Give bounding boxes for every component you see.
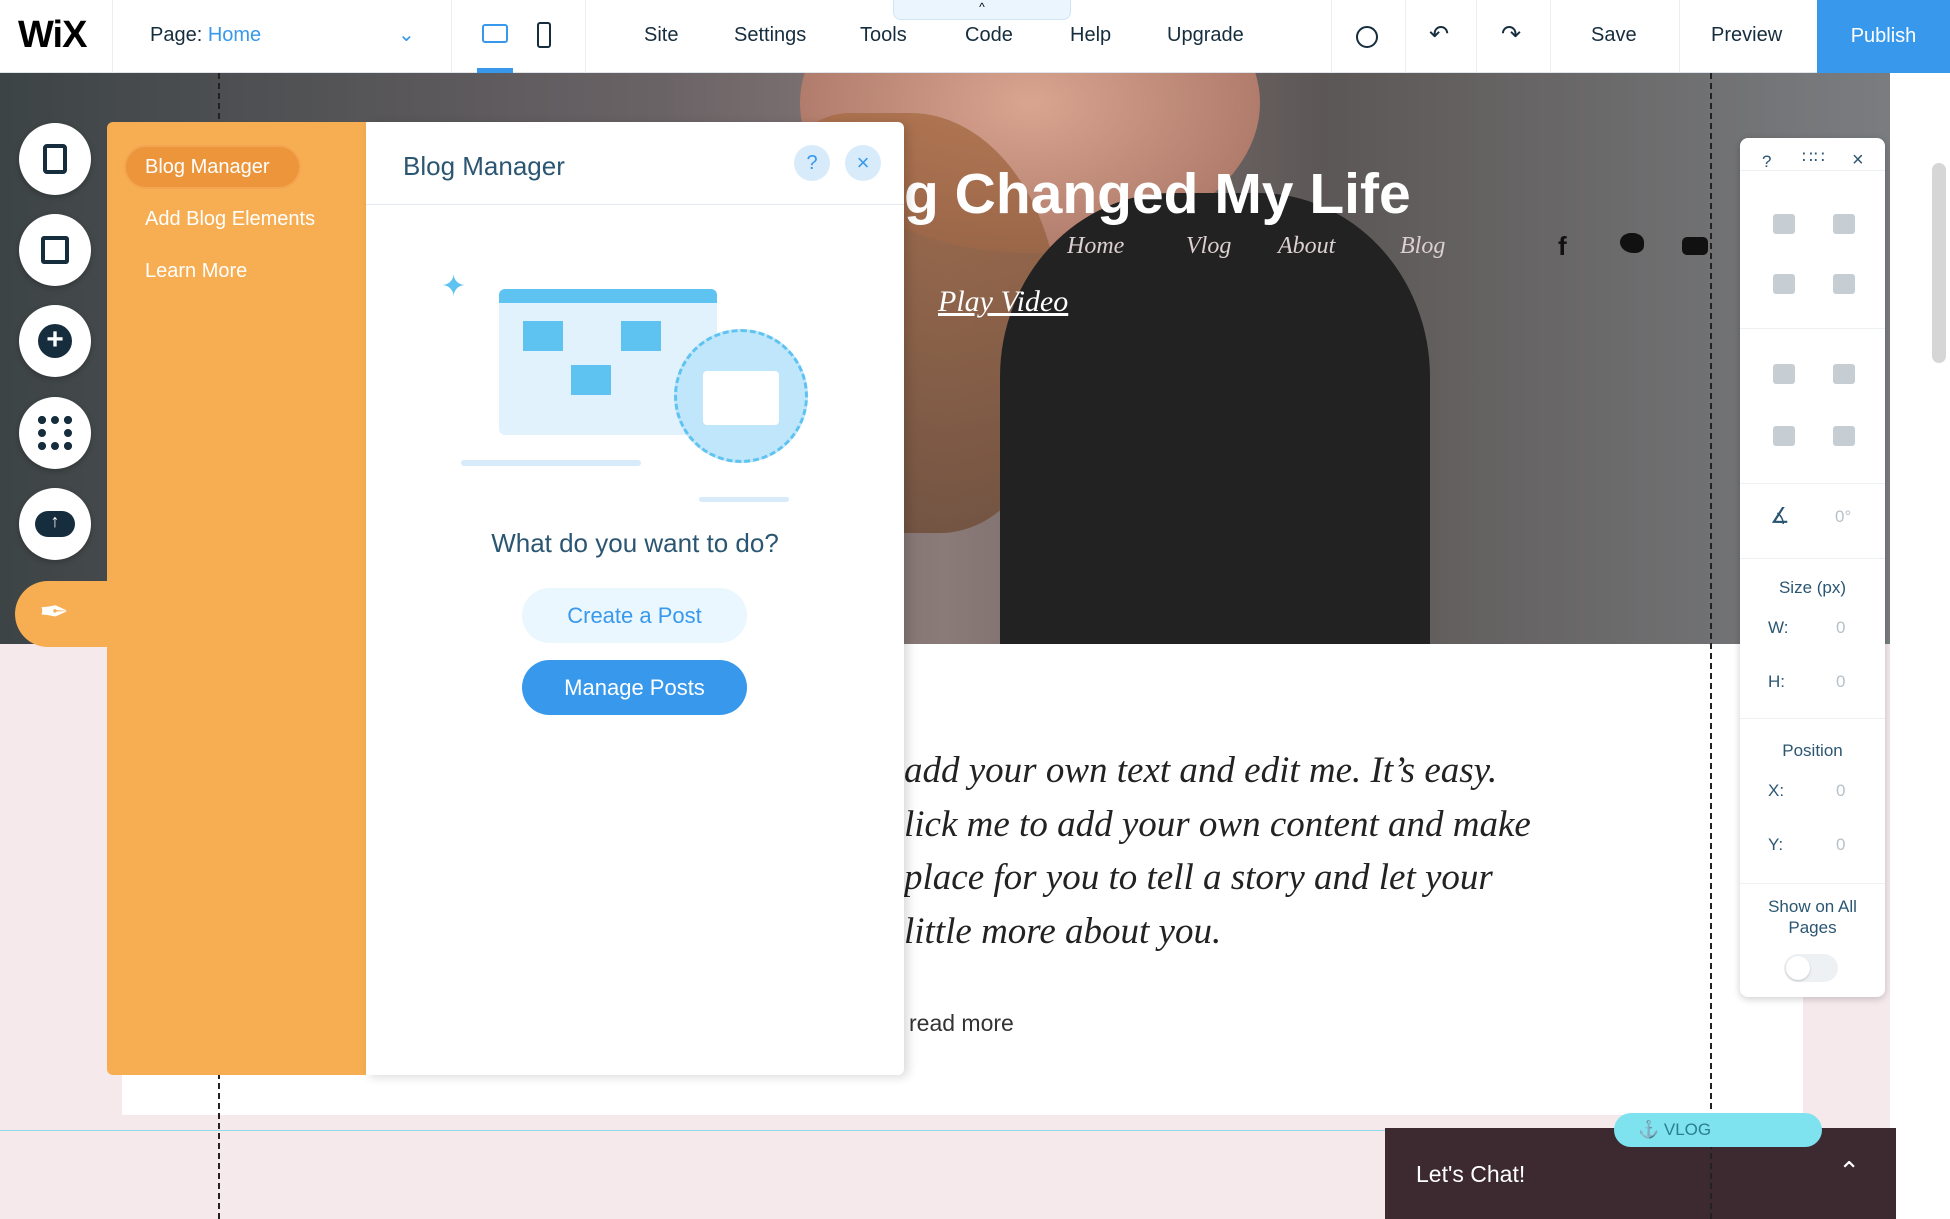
chat-label: Let's Chat!: [1416, 1161, 1526, 1187]
show-all-pages-toggle[interactable]: [1784, 954, 1838, 982]
blog-panel-nav: Blog Manager Add Blog Elements Learn Mor…: [107, 122, 366, 1075]
y-label: Y:: [1768, 835, 1784, 854]
page-value: Home: [207, 24, 262, 46]
rotation-value[interactable]: 0°: [1835, 507, 1851, 527]
help-icon[interactable]: ?: [1762, 152, 1771, 172]
create-post-button[interactable]: Create a Post: [522, 588, 747, 643]
drag-handle-icon[interactable]: ∷∷: [1802, 148, 1826, 168]
collapse-toolbar-button[interactable]: ^: [893, 0, 1071, 20]
scrollbar-track: [1890, 73, 1950, 1219]
preview-button[interactable]: Preview: [1711, 24, 1782, 47]
blog-illustration: ✦: [441, 249, 827, 504]
page-selector[interactable]: Page: Home ⌄: [150, 24, 420, 47]
pen-nib-icon: ✒: [39, 591, 70, 632]
add-button[interactable]: +: [19, 305, 91, 377]
width-input[interactable]: 0: [1836, 618, 1845, 638]
desktop-view-icon[interactable]: [482, 24, 508, 43]
menu-code[interactable]: Code: [965, 24, 1013, 47]
nav-blog-manager[interactable]: Blog Manager: [145, 156, 270, 179]
close-icon[interactable]: ×: [1852, 149, 1864, 172]
body-line: little more about you.: [904, 910, 1222, 952]
menu-settings[interactable]: Settings: [734, 24, 806, 47]
paste-icon[interactable]: [1833, 214, 1855, 234]
read-more-link[interactable]: read more: [909, 1010, 1014, 1037]
site-nav-vlog[interactable]: Vlog: [1186, 233, 1231, 260]
site-nav-about[interactable]: About: [1278, 233, 1335, 260]
close-button[interactable]: ×: [845, 145, 881, 181]
chevron-up-icon[interactable]: ⌃: [1838, 1156, 1860, 1187]
x-label: X:: [1768, 781, 1785, 800]
delete-icon[interactable]: [1833, 274, 1855, 294]
apps-icon: [38, 416, 72, 450]
show-all-pages-label: Show on All Pages: [1768, 897, 1857, 937]
match-size-icon[interactable]: [1833, 426, 1855, 446]
media-upload-button[interactable]: ↑: [19, 488, 91, 560]
mobile-view-icon[interactable]: [537, 22, 551, 48]
menu-upgrade[interactable]: Upgrade: [1167, 24, 1244, 47]
anchor-vlog-tag[interactable]: ⚓ VLOG: [1614, 1113, 1822, 1147]
background-icon: [41, 236, 69, 264]
plus-icon: +: [38, 324, 72, 358]
toggle-knob: [1786, 956, 1810, 980]
chevron-down-icon: ⌄: [398, 24, 415, 46]
y-input[interactable]: 0: [1836, 835, 1845, 855]
width-label: W:: [1768, 618, 1789, 637]
gridline-right: [1710, 73, 1712, 1219]
background-button[interactable]: [19, 214, 91, 286]
body-line: lick me to add your own content and make: [904, 803, 1531, 845]
body-text[interactable]: add your own text and edit me. It’s easy…: [904, 744, 1531, 958]
nav-add-blog-elements[interactable]: Add Blog Elements: [145, 208, 315, 231]
site-nav-blog[interactable]: Blog: [1400, 233, 1445, 260]
publish-button[interactable]: Publish: [1817, 0, 1950, 73]
arrange-icon[interactable]: [1773, 364, 1795, 384]
align-icon[interactable]: [1833, 364, 1855, 384]
help-button[interactable]: ?: [794, 145, 830, 181]
redo-icon[interactable]: ↷: [1501, 20, 1521, 49]
play-video-link[interactable]: Play Video: [938, 285, 1068, 319]
nav-learn-more[interactable]: Learn More: [145, 260, 247, 283]
body-line: add your own text and edit me. It’s easy…: [904, 750, 1498, 791]
distribute-icon[interactable]: [1773, 426, 1795, 446]
properties-panel: ? ∷∷ × ∡ 0° Size (px) W: 0 H: 0 Position…: [1740, 138, 1885, 997]
cloud-upload-icon: ↑: [35, 511, 75, 537]
height-label: H:: [1768, 672, 1785, 691]
question-text: What do you want to do?: [491, 528, 779, 558]
duplicate-icon[interactable]: [1773, 274, 1795, 294]
save-button[interactable]: Save: [1591, 24, 1637, 47]
undo-icon[interactable]: ↶: [1429, 20, 1449, 49]
active-view-indicator: [477, 68, 513, 73]
pages-menu-button[interactable]: [19, 123, 91, 195]
menu-help[interactable]: Help: [1070, 24, 1111, 47]
height-input[interactable]: 0: [1836, 672, 1845, 692]
blog-manager-panel: Blog Manager ? × ✦ What do you want to d…: [366, 122, 904, 1075]
x-input[interactable]: 0: [1836, 781, 1845, 801]
body-line: place for you to tell a story and let yo…: [904, 857, 1493, 898]
size-label: Size (px): [1778, 578, 1847, 597]
pages-icon: [43, 144, 67, 174]
top-bar: WiX Page: Home ⌄ ^ Site Settings Tools C…: [0, 0, 1950, 73]
facebook-icon[interactable]: f: [1558, 231, 1567, 262]
twitter-icon[interactable]: [1620, 233, 1644, 253]
scrollbar-thumb[interactable]: [1932, 163, 1946, 363]
site-title[interactable]: g Changed My Life: [904, 161, 1411, 227]
youtube-icon[interactable]: [1682, 237, 1708, 255]
wix-logo: WiX: [18, 14, 87, 56]
rotate-icon[interactable]: ∡: [1770, 503, 1790, 529]
anchor-label: VLOG: [1663, 1120, 1712, 1139]
panel-title: Blog Manager: [403, 151, 565, 181]
copy-icon[interactable]: [1773, 214, 1795, 234]
blog-pen-button[interactable]: ✒: [15, 581, 107, 647]
page-label: Page:: [150, 24, 203, 46]
menu-site[interactable]: Site: [644, 24, 678, 47]
menu-tools[interactable]: Tools: [860, 24, 907, 47]
app-market-button[interactable]: [19, 397, 91, 469]
site-nav-home[interactable]: Home: [1067, 233, 1124, 260]
position-label: Position: [1782, 741, 1843, 760]
zoom-out-icon[interactable]: [1356, 26, 1378, 48]
manage-posts-button[interactable]: Manage Posts: [522, 660, 747, 715]
